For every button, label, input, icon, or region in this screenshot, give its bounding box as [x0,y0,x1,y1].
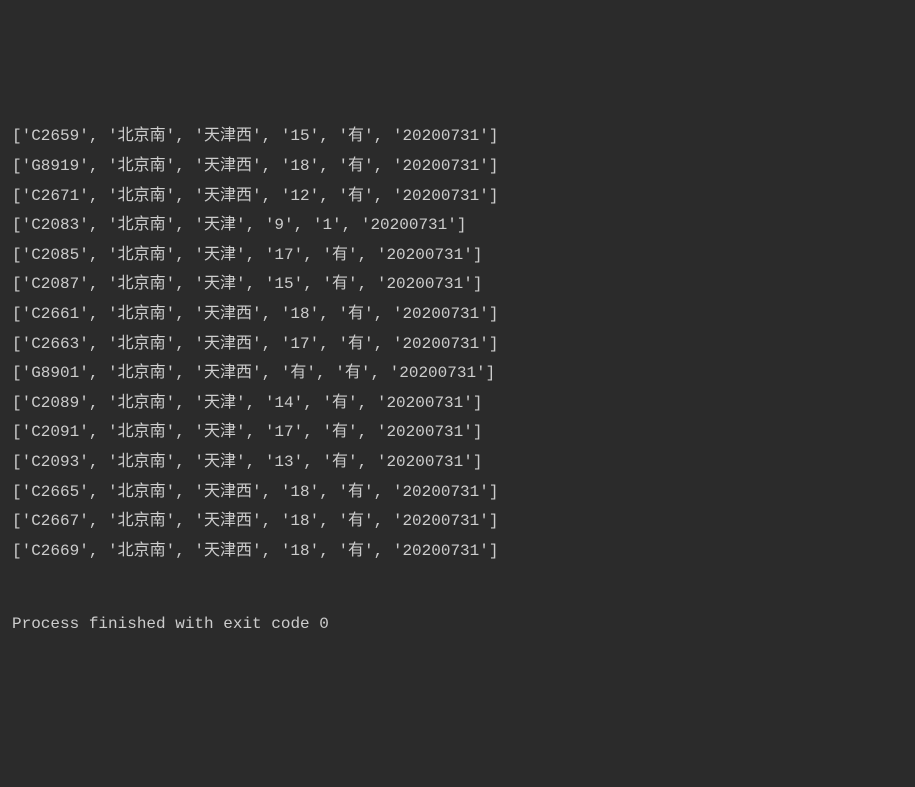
output-row: ['C2091', '北京南', '天津', '17', '有', '20200… [12,418,903,448]
output-row: ['C2659', '北京南', '天津西', '15', '有', '2020… [12,122,903,152]
output-row: ['C2665', '北京南', '天津西', '18', '有', '2020… [12,478,903,508]
process-exit-message: Process finished with exit code 0 [12,610,903,640]
output-row: ['C2089', '北京南', '天津', '14', '有', '20200… [12,389,903,419]
output-row: ['G8919', '北京南', '天津西', '18', '有', '2020… [12,152,903,182]
output-row: ['C2085', '北京南', '天津', '17', '有', '20200… [12,241,903,271]
output-row: ['C2663', '北京南', '天津西', '17', '有', '2020… [12,330,903,360]
output-row: ['C2669', '北京南', '天津西', '18', '有', '2020… [12,537,903,567]
output-row: ['C2093', '北京南', '天津', '13', '有', '20200… [12,448,903,478]
output-row: ['C2083', '北京南', '天津', '9', '1', '202007… [12,211,903,241]
output-row: ['C2087', '北京南', '天津', '15', '有', '20200… [12,270,903,300]
output-row: ['C2671', '北京南', '天津西', '12', '有', '2020… [12,182,903,212]
console-output: ['C2659', '北京南', '天津西', '15', '有', '2020… [12,122,903,566]
output-row: ['C2661', '北京南', '天津西', '18', '有', '2020… [12,300,903,330]
output-row: ['G8901', '北京南', '天津西', '有', '有', '20200… [12,359,903,389]
output-row: ['C2667', '北京南', '天津西', '18', '有', '2020… [12,507,903,537]
